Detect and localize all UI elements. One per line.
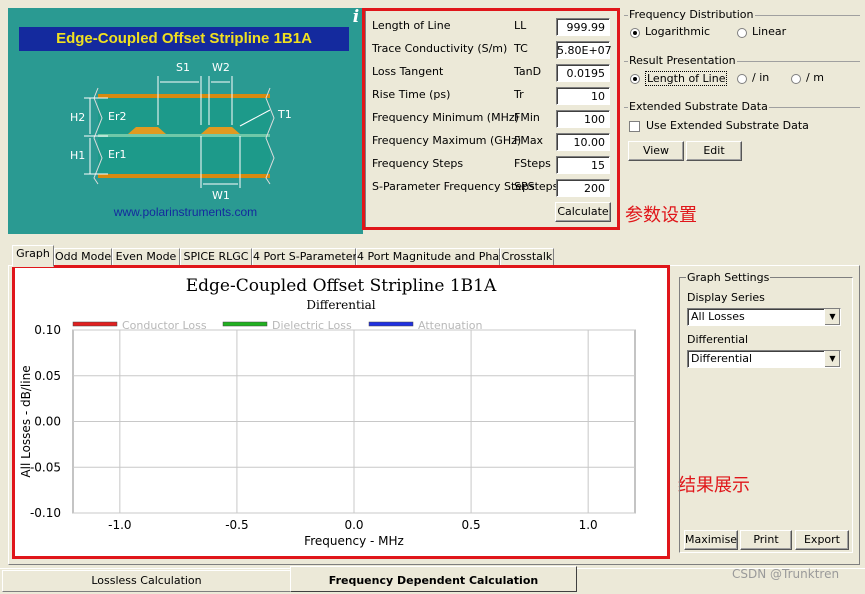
label-er2: Er2 (108, 110, 127, 123)
radio-linear[interactable] (737, 28, 747, 38)
display-series-label: Display Series (687, 291, 765, 304)
website-link[interactable]: www.polarinstruments.com (8, 205, 363, 219)
radio-per-meter[interactable] (791, 74, 801, 84)
ext-sub-title: Extended Substrate Data (628, 100, 769, 113)
display-series-select[interactable]: All Losses ▼ (687, 308, 841, 326)
differential-value: Differential (691, 352, 753, 365)
chevron-down-icon[interactable]: ▼ (824, 309, 840, 325)
label-s1: S1 (176, 61, 190, 74)
radio-per-inch[interactable] (737, 74, 747, 84)
tab-graph[interactable]: Graph (12, 245, 54, 267)
label-er1: Er1 (108, 148, 127, 161)
radio-linear-label[interactable]: Linear (752, 25, 786, 38)
edit-button[interactable]: Edit (686, 141, 742, 161)
radio-length-of-line[interactable] (630, 74, 640, 84)
label-h1: H1 (70, 149, 86, 162)
label-t1: T1 (278, 108, 292, 121)
freq-dist-title: Frequency Distribution (628, 8, 755, 21)
radio-length-of-line-label[interactable]: Length of Line (645, 71, 728, 86)
differential-label: Differential (687, 333, 749, 346)
chevron-down-icon[interactable]: ▼ (824, 351, 840, 367)
radio-per-meter-label[interactable]: / m (806, 71, 824, 84)
use-extended-substrate-checkbox[interactable] (629, 121, 640, 132)
watermark: CSDN @Trunktren (732, 567, 840, 581)
result-highlight-box (12, 265, 670, 559)
tab-frequency-dependent-calculation[interactable]: Frequency Dependent Calculation (290, 566, 577, 592)
differential-select[interactable]: Differential ▼ (687, 350, 841, 368)
radio-logarithmic[interactable] (630, 28, 640, 38)
params-highlight-box (362, 8, 620, 230)
display-series-value: All Losses (691, 310, 745, 323)
tab-lossless-calculation[interactable]: Lossless Calculation (2, 570, 291, 592)
label-w2: W2 (212, 61, 230, 74)
maximise-button[interactable]: Maximise (684, 530, 738, 550)
result-pres-title: Result Presentation (628, 54, 737, 67)
view-button[interactable]: View (628, 141, 684, 161)
use-extended-substrate-label[interactable]: Use Extended Substrate Data (646, 119, 809, 132)
params-annotation: 参数设置 (625, 205, 697, 226)
label-w1: W1 (212, 189, 230, 202)
label-h2: H2 (70, 111, 86, 124)
print-button[interactable]: Print (740, 530, 792, 550)
radio-logarithmic-label[interactable]: Logarithmic (645, 25, 710, 38)
graph-settings-title: Graph Settings (686, 271, 771, 284)
radio-per-inch-label[interactable]: / in (752, 71, 769, 84)
stripline-cross-section (84, 76, 275, 188)
export-button[interactable]: Export (795, 530, 849, 550)
